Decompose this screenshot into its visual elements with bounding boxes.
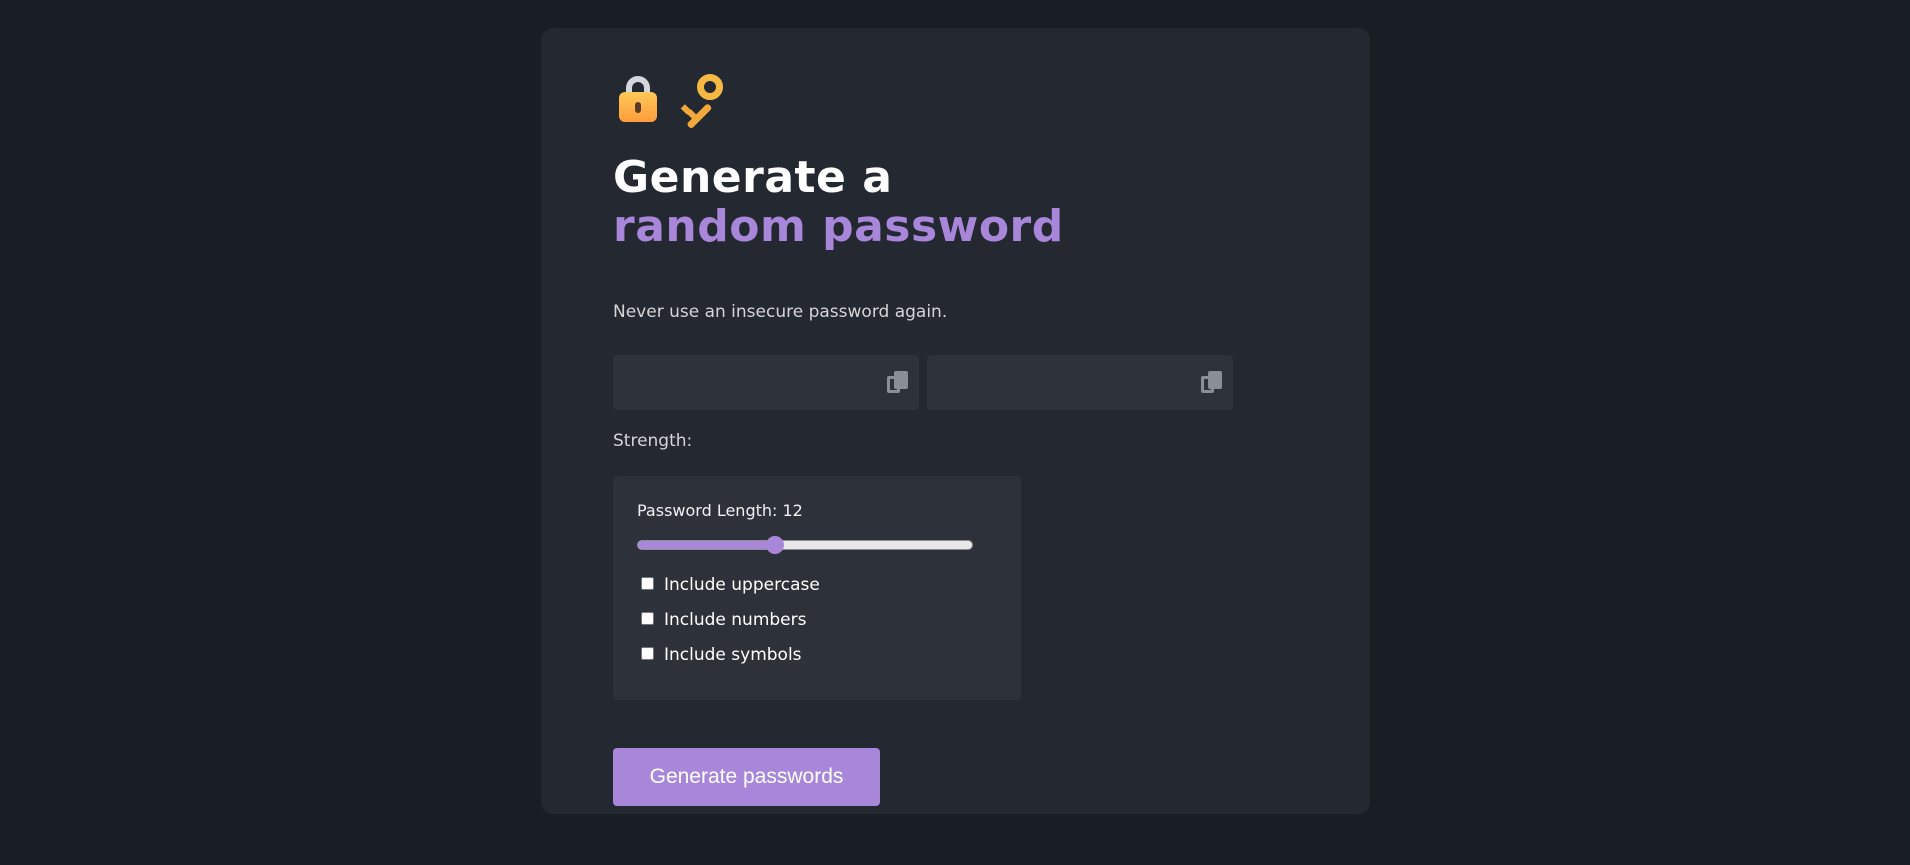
copy-icon[interactable] — [887, 371, 909, 395]
symbols-checkbox[interactable] — [641, 646, 654, 660]
title-line-1: Generate a — [613, 152, 893, 203]
option-uppercase[interactable]: Include uppercase — [641, 575, 820, 595]
password-outputs — [613, 355, 1233, 410]
subtitle: Never use an insecure password again. — [613, 302, 948, 322]
uppercase-label: Include uppercase — [664, 575, 820, 595]
password-field-1[interactable] — [613, 355, 919, 410]
symbols-label: Include symbols — [664, 645, 802, 665]
uppercase-checkbox[interactable] — [641, 576, 654, 590]
title-line-2: random password — [613, 201, 1064, 252]
option-numbers[interactable]: Include numbers — [641, 610, 807, 630]
slider-track — [637, 540, 973, 550]
key-icon — [677, 72, 727, 130]
numbers-label: Include numbers — [664, 610, 807, 630]
password-length-label: Password Length: 12 — [637, 501, 803, 520]
lock-icon — [613, 72, 663, 124]
numbers-checkbox[interactable] — [641, 611, 654, 625]
emoji-row — [613, 70, 727, 130]
option-symbols[interactable]: Include symbols — [641, 645, 802, 665]
generator-card: Generate a random password Never use an … — [541, 28, 1370, 814]
password-field-2[interactable] — [927, 355, 1233, 410]
slider-fill — [638, 541, 775, 549]
strength-label: Strength: — [613, 431, 693, 451]
options-panel: Password Length: 12 Include uppercase In… — [613, 476, 1021, 700]
generate-passwords-button[interactable]: Generate passwords — [613, 748, 880, 806]
password-length-slider[interactable] — [637, 536, 973, 554]
slider-thumb[interactable] — [765, 536, 784, 554]
copy-icon[interactable] — [1201, 371, 1223, 395]
page-title: Generate a random password — [613, 153, 1064, 251]
